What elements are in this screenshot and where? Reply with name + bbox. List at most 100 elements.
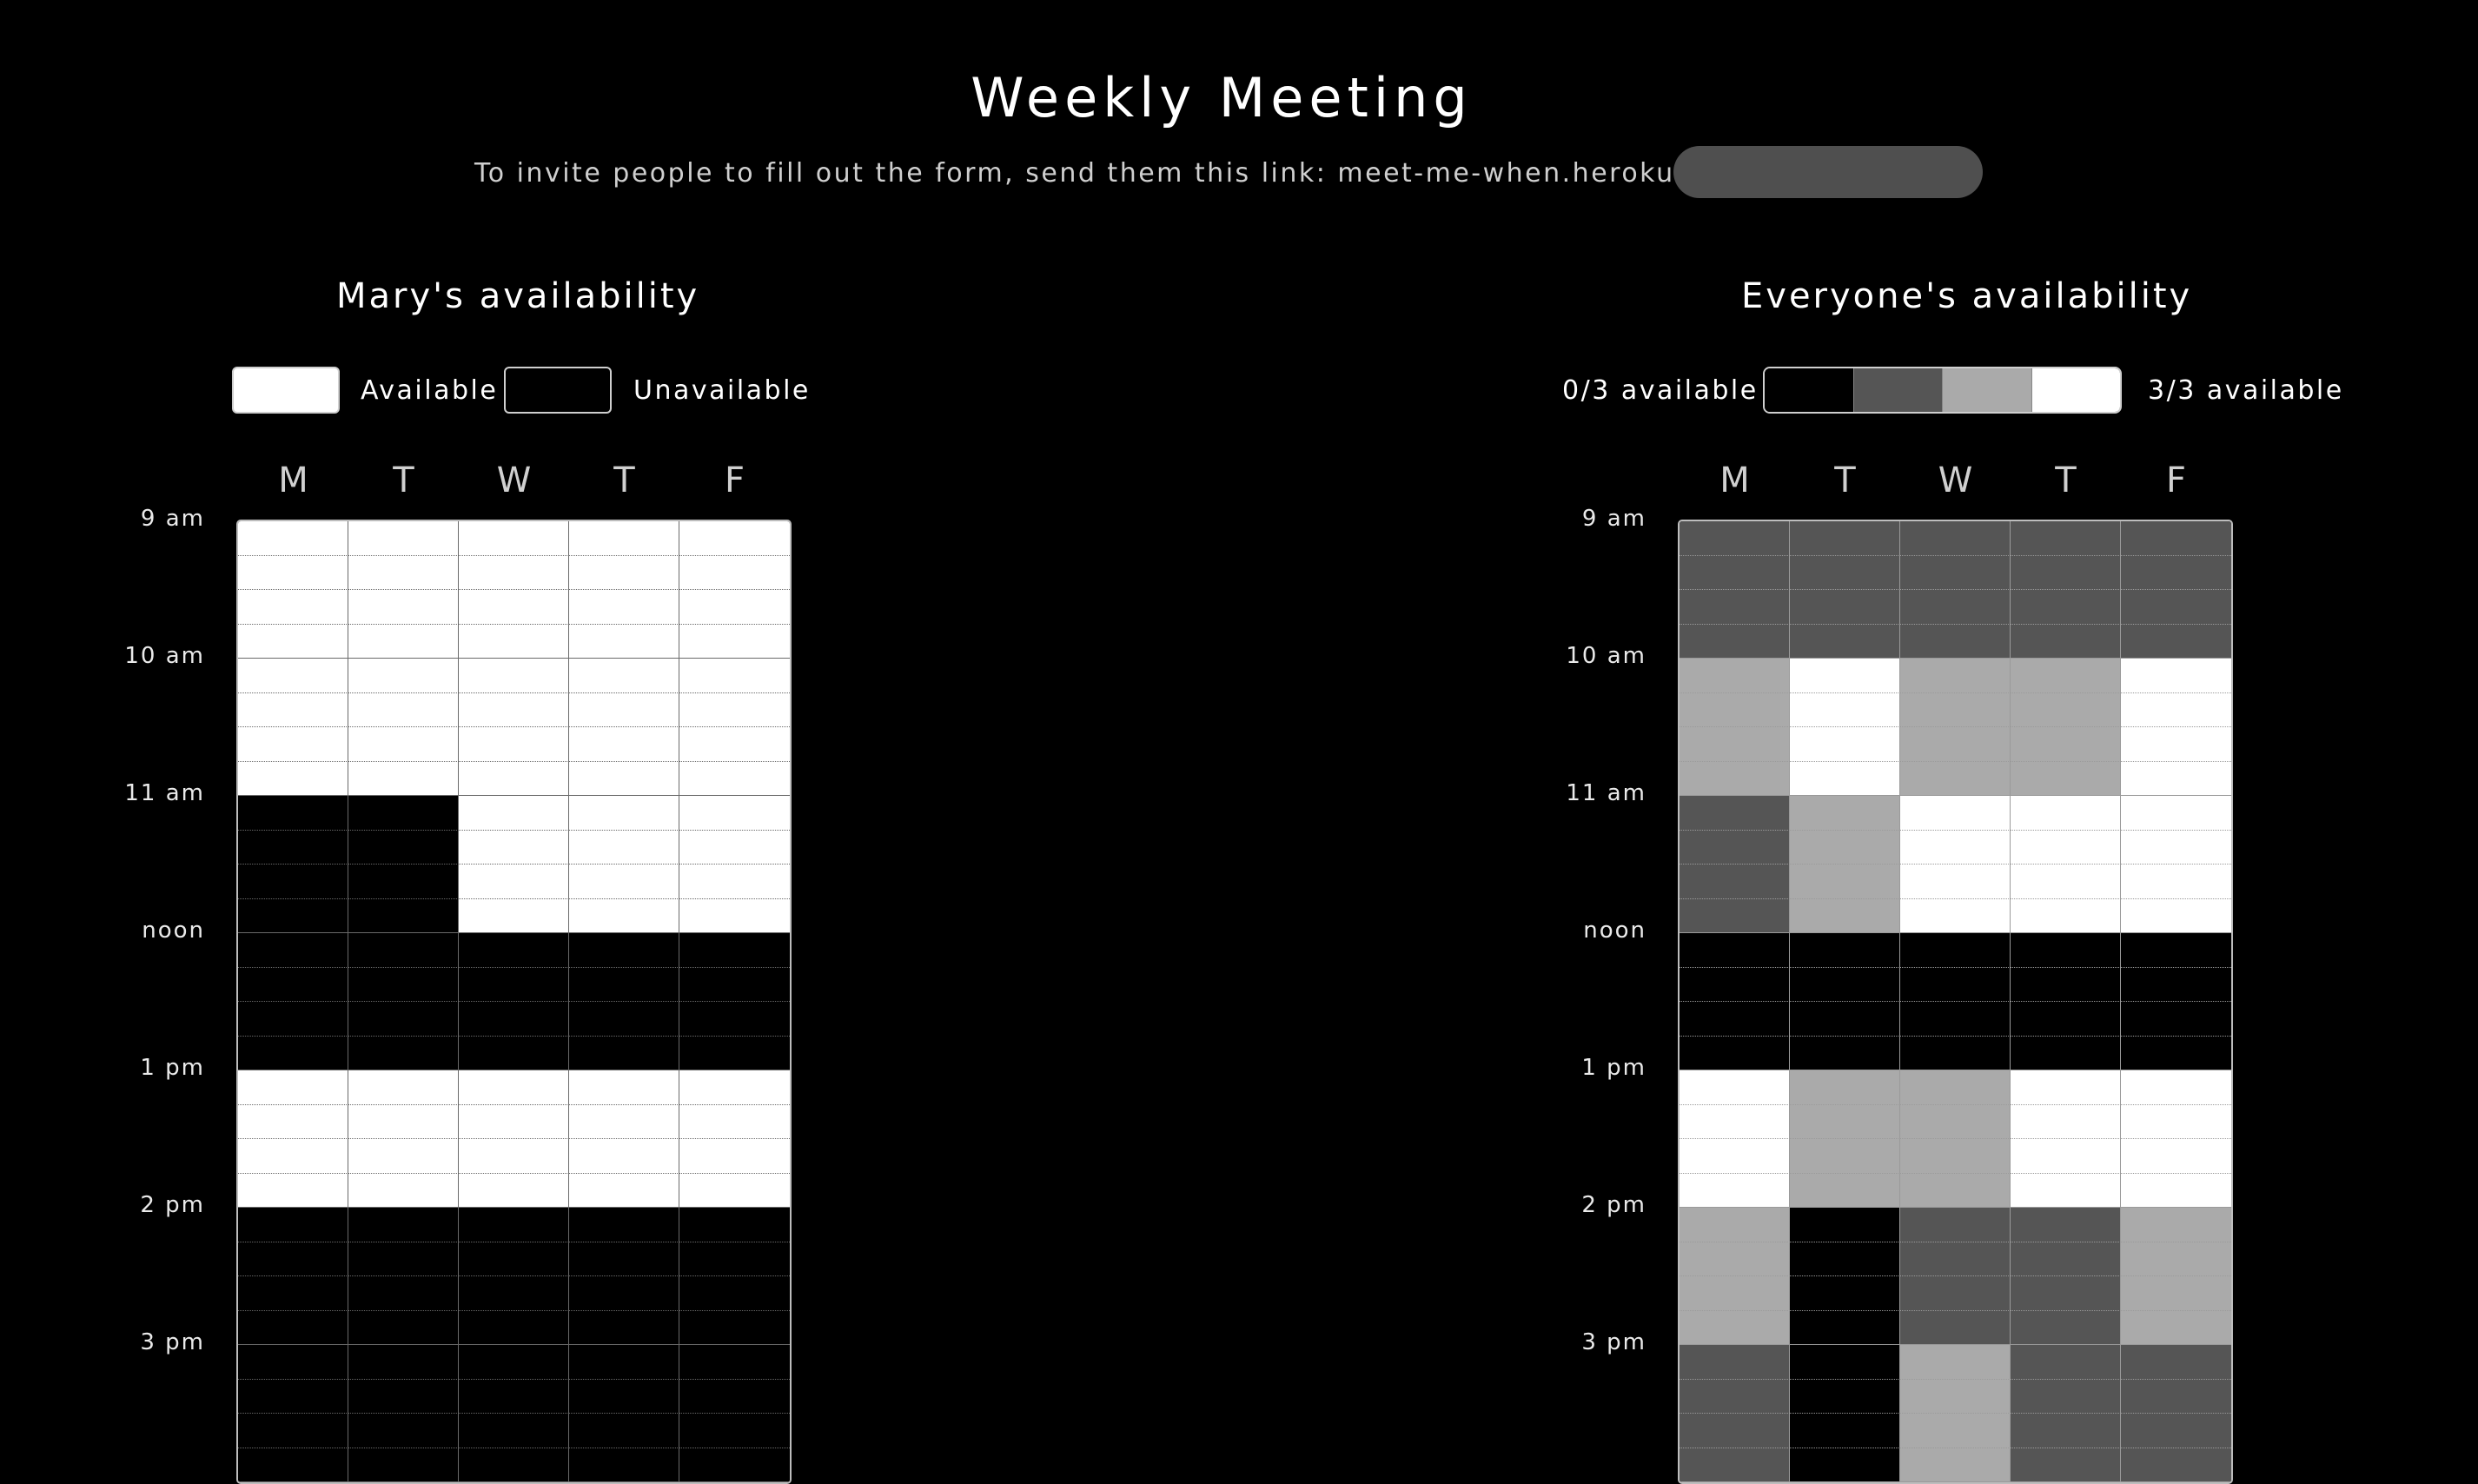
personal-time-slot[interactable] [569,1414,679,1448]
personal-time-slot[interactable] [569,898,679,933]
personal-time-slot[interactable] [459,1104,569,1139]
personal-time-slot[interactable] [238,967,348,1002]
personal-time-slot[interactable] [348,796,459,831]
personal-time-slot[interactable] [679,1104,790,1139]
personal-time-slot[interactable] [348,1173,459,1208]
personal-time-slot[interactable] [348,1208,459,1242]
personal-time-slot[interactable] [238,1139,348,1174]
personal-time-slot[interactable] [679,1002,790,1037]
personal-time-slot[interactable] [348,1002,459,1037]
personal-time-slot[interactable] [348,1345,459,1380]
personal-time-slot[interactable] [348,1036,459,1070]
personal-time-slot[interactable] [569,624,679,659]
personal-time-slot[interactable] [569,1310,679,1345]
personal-time-slot[interactable] [679,624,790,659]
personal-time-slot[interactable] [459,967,569,1002]
personal-time-slot[interactable] [459,1345,569,1380]
personal-time-slot[interactable] [679,659,790,693]
personal-time-slot[interactable] [238,590,348,625]
personal-time-slot[interactable] [348,727,459,762]
personal-time-slot[interactable] [348,830,459,865]
personal-time-slot[interactable] [348,1379,459,1414]
personal-time-slot[interactable] [238,1208,348,1242]
personal-time-slot[interactable] [238,1448,348,1482]
invite-link-text[interactable]: To invite people to fill out the form, s… [474,158,1814,189]
personal-time-slot[interactable] [569,1070,679,1105]
personal-time-slot[interactable] [679,1379,790,1414]
personal-time-slot[interactable] [679,830,790,865]
personal-time-slot[interactable] [679,1345,790,1380]
personal-time-slot[interactable] [569,1379,679,1414]
personal-time-slot[interactable] [459,624,569,659]
personal-time-slot[interactable] [238,1276,348,1311]
personal-time-slot[interactable] [569,1448,679,1482]
personal-time-slot[interactable] [238,830,348,865]
personal-time-slot[interactable] [238,1070,348,1105]
personal-time-slot[interactable] [569,521,679,556]
personal-time-slot[interactable] [679,796,790,831]
personal-time-slot[interactable] [569,555,679,590]
personal-time-slot[interactable] [569,830,679,865]
personal-time-slot[interactable] [679,521,790,556]
personal-time-slot[interactable] [348,933,459,968]
personal-time-slot[interactable] [459,830,569,865]
personal-time-slot[interactable] [569,1036,679,1070]
personal-time-slot[interactable] [679,1276,790,1311]
personal-time-slot[interactable] [569,1002,679,1037]
personal-time-slot[interactable] [679,1070,790,1105]
personal-time-slot[interactable] [679,727,790,762]
personal-time-slot[interactable] [459,865,569,899]
personal-time-slot[interactable] [679,1036,790,1070]
personal-time-slot[interactable] [238,1414,348,1448]
personal-time-slot[interactable] [348,624,459,659]
personal-time-slot[interactable] [679,933,790,968]
personal-time-slot[interactable] [348,659,459,693]
personal-time-slot[interactable] [238,796,348,831]
personal-availability-grid[interactable] [236,520,792,1484]
personal-time-slot[interactable] [459,692,569,727]
personal-time-slot[interactable] [348,898,459,933]
personal-time-slot[interactable] [679,1173,790,1208]
personal-time-slot[interactable] [348,1139,459,1174]
personal-time-slot[interactable] [679,1448,790,1482]
personal-time-slot[interactable] [238,1310,348,1345]
personal-time-slot[interactable] [459,590,569,625]
personal-time-slot[interactable] [459,1448,569,1482]
personal-time-slot[interactable] [238,761,348,796]
personal-time-slot[interactable] [459,1002,569,1037]
personal-time-slot[interactable] [348,590,459,625]
personal-time-slot[interactable] [459,1036,569,1070]
personal-time-slot[interactable] [459,1414,569,1448]
personal-time-slot[interactable] [348,1242,459,1276]
personal-time-slot[interactable] [459,521,569,556]
personal-time-slot[interactable] [238,692,348,727]
personal-time-slot[interactable] [459,761,569,796]
personal-time-slot[interactable] [679,761,790,796]
personal-time-slot[interactable] [679,555,790,590]
personal-time-slot[interactable] [348,1276,459,1311]
personal-time-slot[interactable] [679,1414,790,1448]
personal-time-slot[interactable] [238,727,348,762]
personal-time-slot[interactable] [459,1173,569,1208]
personal-time-slot[interactable] [459,1070,569,1105]
personal-time-slot[interactable] [238,1002,348,1037]
personal-time-slot[interactable] [459,727,569,762]
personal-time-slot[interactable] [569,692,679,727]
personal-time-slot[interactable] [459,1208,569,1242]
personal-time-slot[interactable] [569,1242,679,1276]
personal-time-slot[interactable] [569,865,679,899]
personal-time-slot[interactable] [569,1208,679,1242]
personal-time-slot[interactable] [348,865,459,899]
personal-time-slot[interactable] [348,1070,459,1105]
personal-time-slot[interactable] [569,590,679,625]
personal-time-slot[interactable] [569,1104,679,1139]
personal-time-slot[interactable] [238,933,348,968]
personal-time-slot[interactable] [569,967,679,1002]
personal-time-slot[interactable] [348,521,459,556]
personal-time-slot[interactable] [238,1173,348,1208]
personal-time-slot[interactable] [238,1379,348,1414]
personal-time-slot[interactable] [459,898,569,933]
personal-time-slot[interactable] [348,761,459,796]
personal-time-slot[interactable] [569,1173,679,1208]
personal-time-slot[interactable] [679,692,790,727]
